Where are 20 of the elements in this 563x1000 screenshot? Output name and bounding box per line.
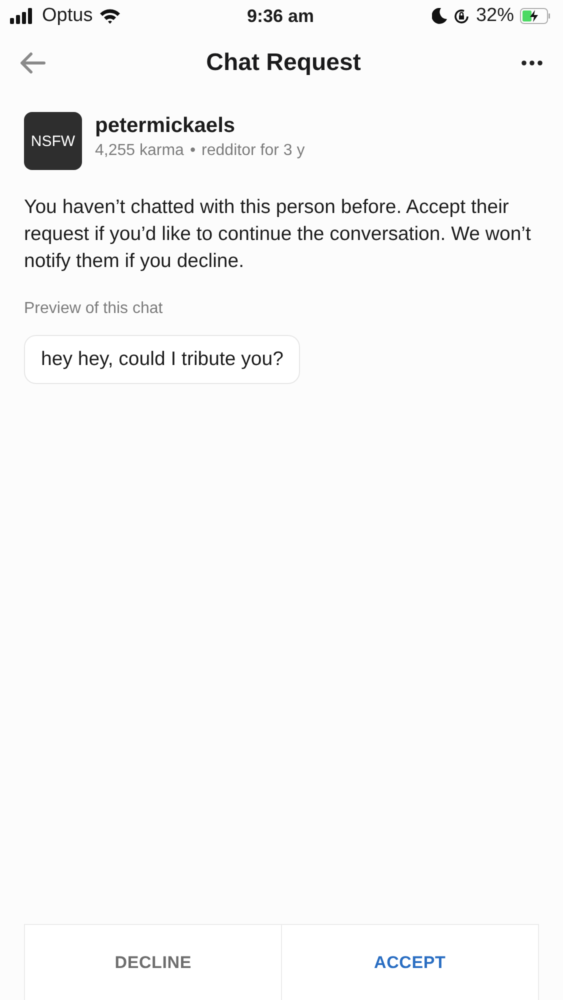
account-age: redditor for 3 y — [202, 142, 305, 160]
moon-icon — [432, 8, 447, 24]
user-avatar: NSFW — [24, 112, 82, 170]
carrier-name: Optus — [42, 5, 93, 27]
separator-dot: • — [190, 142, 196, 160]
preview-label: Preview of this chat — [24, 300, 164, 318]
message-bubble: hey hey, could I tribute you? — [24, 335, 300, 384]
battery-charging-icon — [520, 8, 552, 24]
clock-time: 9:36 am — [246, 6, 314, 26]
request-notice: You haven’t chatted with this person before. Accept their request if you’d like to continue the conversation. We won’t notify them if you decline. — [24, 195, 532, 274]
page-title: Chat Request — [206, 49, 361, 77]
username: petermickaels — [95, 114, 236, 138]
karma-count: 4,255 karma — [95, 142, 184, 160]
accept-button[interactable]: ACCEPT — [280, 924, 539, 1000]
wifi-icon — [98, 8, 121, 24]
rotation-lock-icon — [452, 8, 470, 24]
more-dots-icon — [521, 60, 543, 66]
back-arrow-icon — [20, 52, 46, 74]
battery-percentage: 32% — [476, 5, 514, 27]
decline-button[interactable]: DECLINE — [24, 924, 282, 1000]
